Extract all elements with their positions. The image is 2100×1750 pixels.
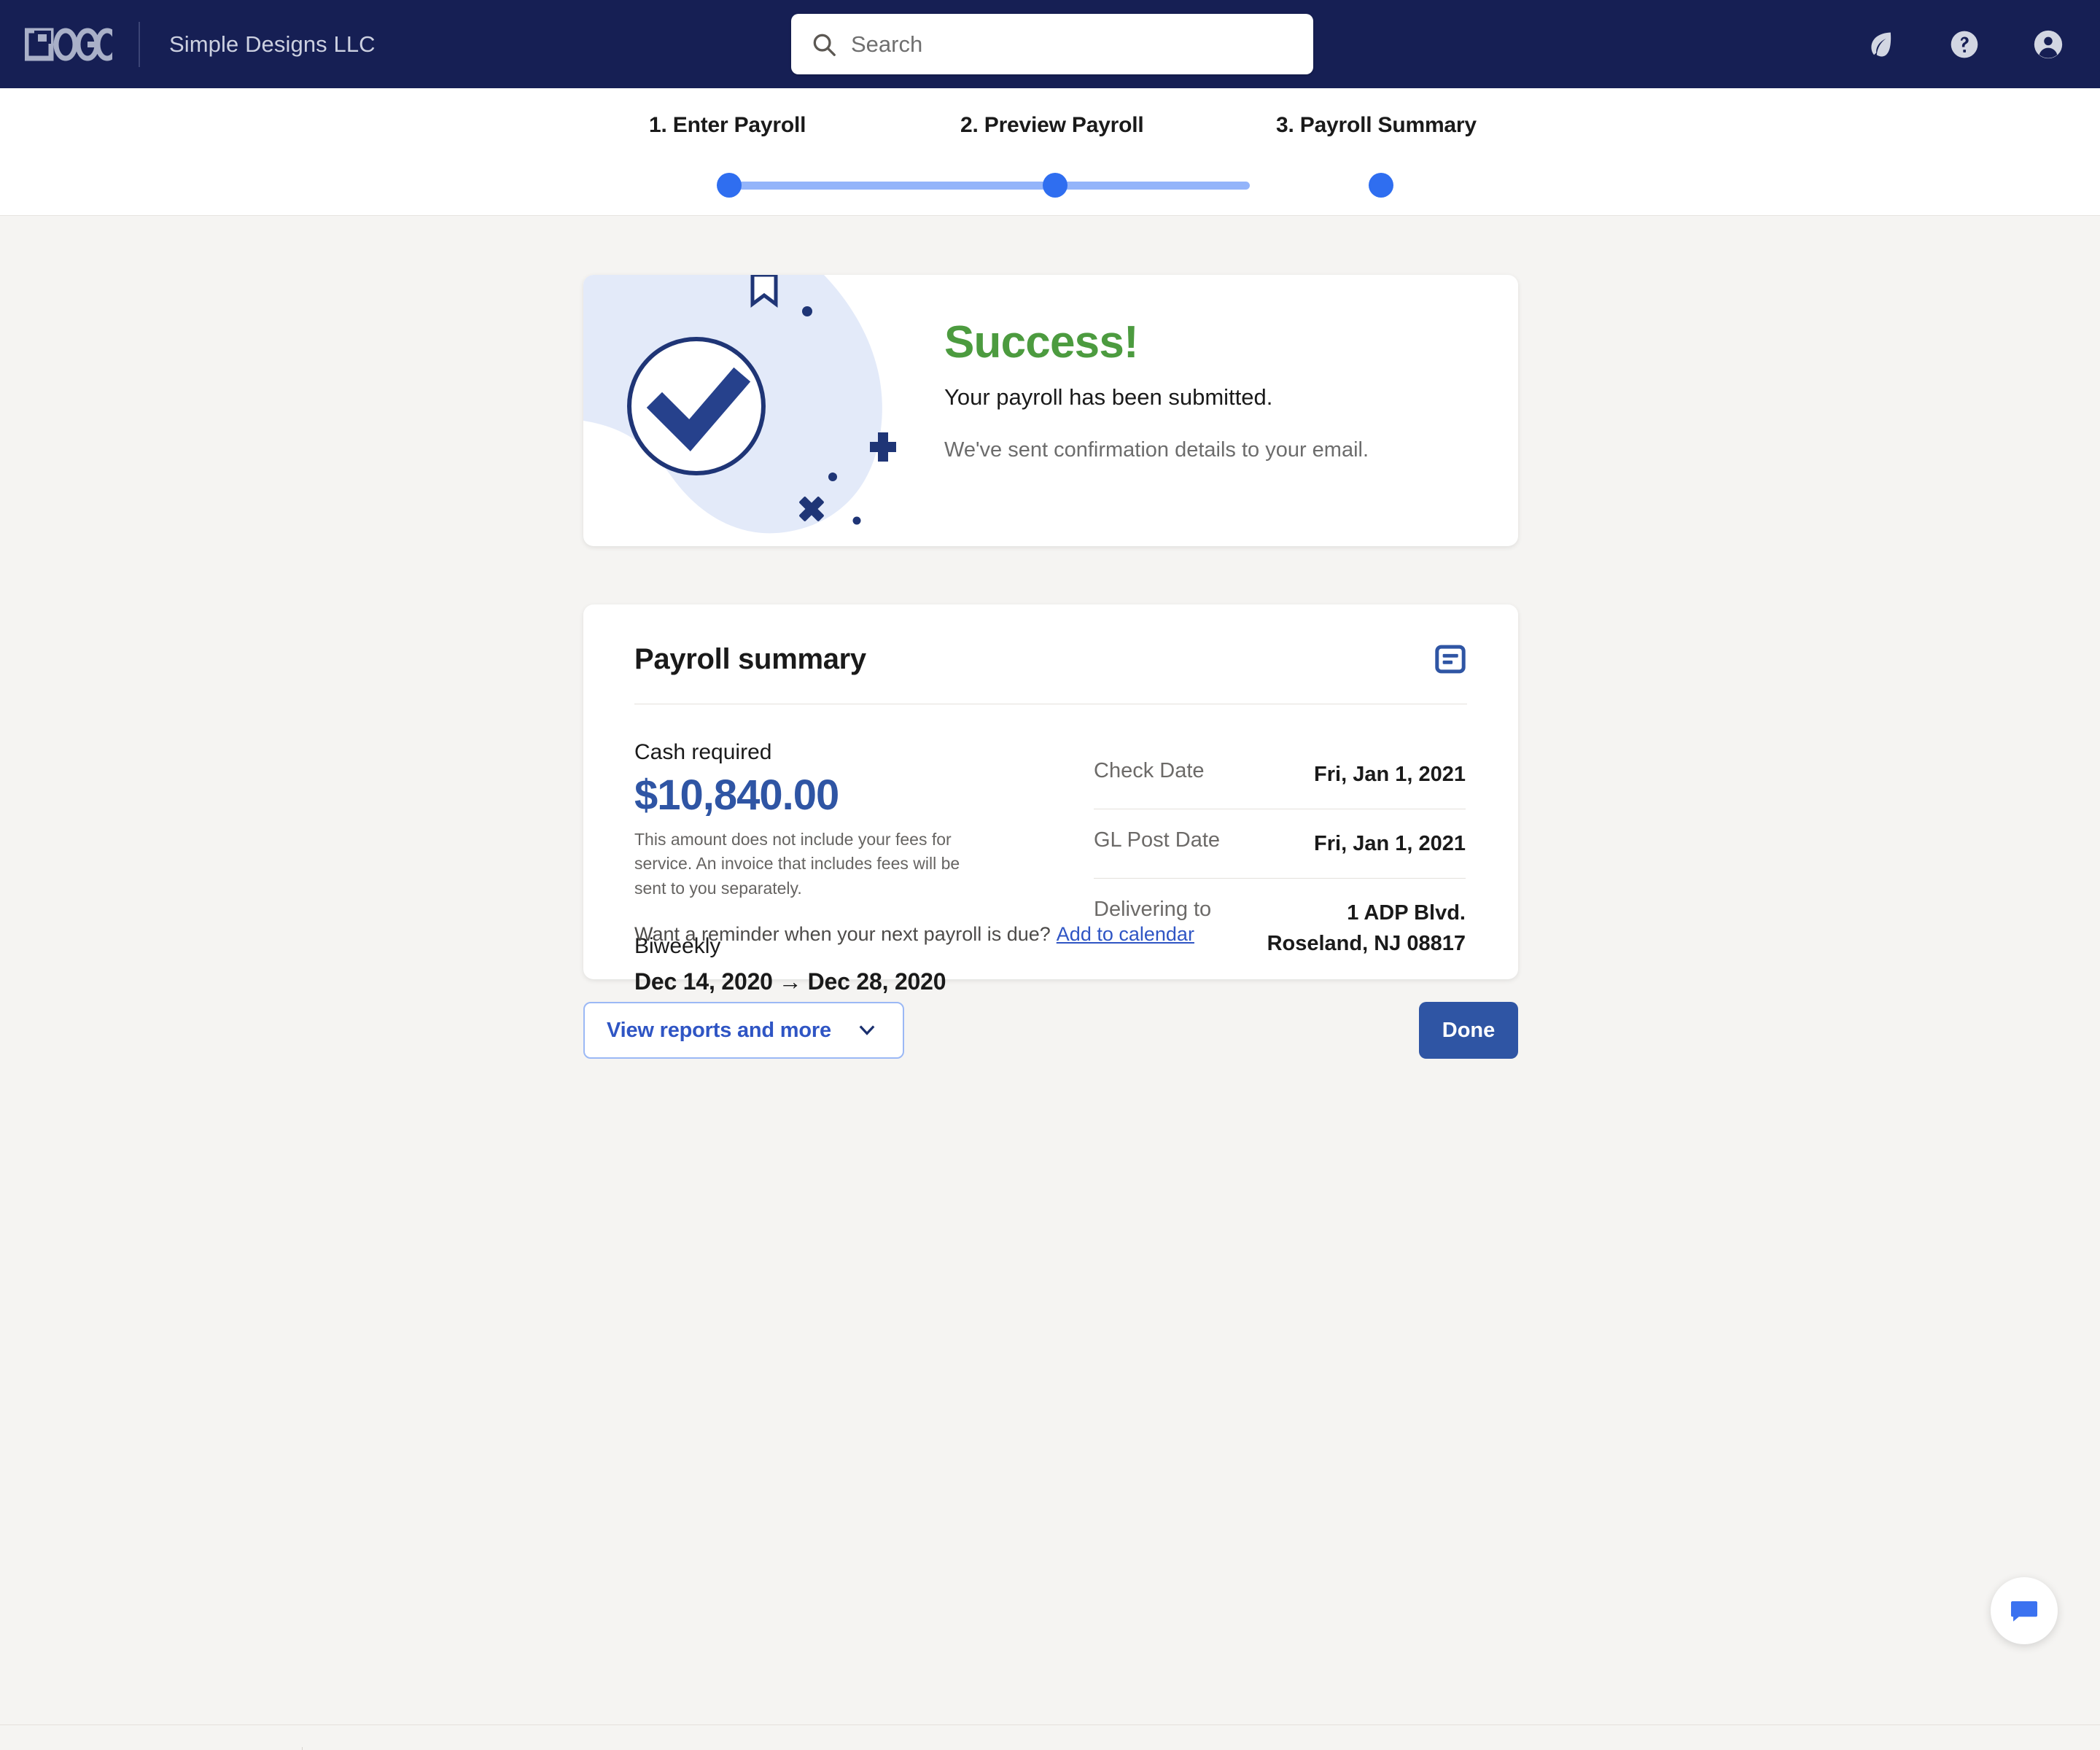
step-label-row: 1. Enter Payroll 2. Preview Payroll 3. P… xyxy=(598,113,1502,149)
payroll-summary-card: Payroll summary Cash required $10,840.00… xyxy=(583,604,1518,995)
view-reports-label: View reports and more xyxy=(607,1018,831,1042)
pay-period-start: Dec 14, 2020 xyxy=(634,968,773,995)
success-text-block: Success! Your payroll has been submitted… xyxy=(944,320,1484,462)
cash-required-amount: $10,840.00 xyxy=(634,771,839,819)
gl-post-date-value: Fri, Jan 1, 2021 xyxy=(1314,832,1466,856)
progress-stepper: 1. Enter Payroll 2. Preview Payroll 3. P… xyxy=(598,113,1502,201)
calendar-reminder: Want a reminder when your next payroll i… xyxy=(634,923,1194,946)
step-dot-2[interactable] xyxy=(1043,173,1068,198)
summary-left-column: Cash required $10,840.00 This amount doe… xyxy=(634,740,1072,995)
leaf-icon[interactable] xyxy=(1865,28,1897,61)
check-date-label: Check Date xyxy=(1094,759,1205,782)
success-card: Success! Your payroll has been submitted… xyxy=(583,275,1518,546)
chat-bubble-icon xyxy=(2010,1601,2038,1622)
success-note: We've sent confirmation details to your … xyxy=(944,438,1369,462)
step-dot-1[interactable] xyxy=(717,173,742,198)
delivering-to-label: Delivering to xyxy=(1094,898,1212,922)
pay-period-end: Dec 28, 2020 xyxy=(807,968,946,995)
main-content: Success! Your payroll has been submitted… xyxy=(0,216,2100,1724)
detail-row-check-date: Check Date Fri, Jan 1, 2021 xyxy=(1094,740,1466,809)
action-button-row: View reports and more Done xyxy=(583,1002,1518,1059)
top-navigation-bar: Simple Designs LLC xyxy=(0,0,2100,88)
summary-right-column: Check Date Fri, Jan 1, 2021 GL Post Date… xyxy=(1094,740,1466,995)
cash-required-note: This amount does not include your fees f… xyxy=(634,829,960,898)
search-input[interactable] xyxy=(851,31,1259,58)
chat-support-button[interactable] xyxy=(1991,1577,2058,1644)
success-subtitle: Your payroll has been submitted. xyxy=(944,384,1273,410)
delivery-address-line1: 1 ADP Blvd. xyxy=(1347,901,1466,925)
company-name: Simple Designs LLC xyxy=(169,31,376,57)
step-label-preview-payroll: 2. Preview Payroll xyxy=(960,113,1144,137)
search-box[interactable] xyxy=(791,14,1313,74)
step-dot-3[interactable] xyxy=(1369,173,1393,198)
summary-title: Payroll summary xyxy=(634,642,866,675)
done-button[interactable]: Done xyxy=(1419,1002,1518,1059)
add-to-calendar-link[interactable]: Add to calendar xyxy=(1057,923,1194,945)
search-container xyxy=(791,14,1313,74)
nav-icon-group xyxy=(1865,0,2065,88)
help-icon[interactable] xyxy=(1948,28,1980,61)
view-reports-dropdown-button[interactable]: View reports and more xyxy=(583,1002,904,1059)
pay-period-range: Dec 14, 2020 → Dec 28, 2020 xyxy=(634,968,1072,995)
step-label-enter-payroll: 1. Enter Payroll xyxy=(649,113,806,137)
footer-divider xyxy=(301,1746,303,1750)
progress-stepper-bar: 1. Enter Payroll 2. Preview Payroll 3. P… xyxy=(0,88,2100,216)
step-track xyxy=(723,182,1250,190)
success-illustration xyxy=(583,275,919,546)
summary-header: Payroll summary xyxy=(634,604,1467,676)
search-icon xyxy=(813,34,836,56)
check-date-value: Fri, Jan 1, 2021 xyxy=(1314,763,1466,786)
summary-body: Cash required $10,840.00 This amount doe… xyxy=(634,740,1467,995)
cash-required-label: Cash required xyxy=(634,740,772,764)
account-icon[interactable] xyxy=(2031,28,2065,61)
detail-row-gl-post-date: GL Post Date Fri, Jan 1, 2021 xyxy=(1094,809,1466,878)
arrow-icon: → xyxy=(778,968,802,995)
reminder-text: Want a reminder when your next payroll i… xyxy=(634,923,1051,945)
delivering-to-value: 1 ADP Blvd. Roseland, NJ 08817 xyxy=(1267,898,1466,959)
page-footer: Client ID: 20289469 RP/AN4 Feedback Priv… xyxy=(0,1724,2100,1750)
report-icon[interactable] xyxy=(1434,642,1467,676)
gl-post-date-label: GL Post Date xyxy=(1094,828,1221,852)
step-label-payroll-summary: 3. Payroll Summary xyxy=(1276,113,1477,137)
success-title: Success! xyxy=(944,317,1139,368)
success-check-illustration-svg xyxy=(583,275,896,534)
delivery-address-line2: Roseland, NJ 08817 xyxy=(1267,932,1466,956)
logo-icon xyxy=(25,28,112,61)
app-logo[interactable] xyxy=(25,28,112,61)
nav-divider xyxy=(139,21,140,67)
chevron-down-icon xyxy=(859,1025,875,1035)
step-track-row xyxy=(598,169,1502,201)
